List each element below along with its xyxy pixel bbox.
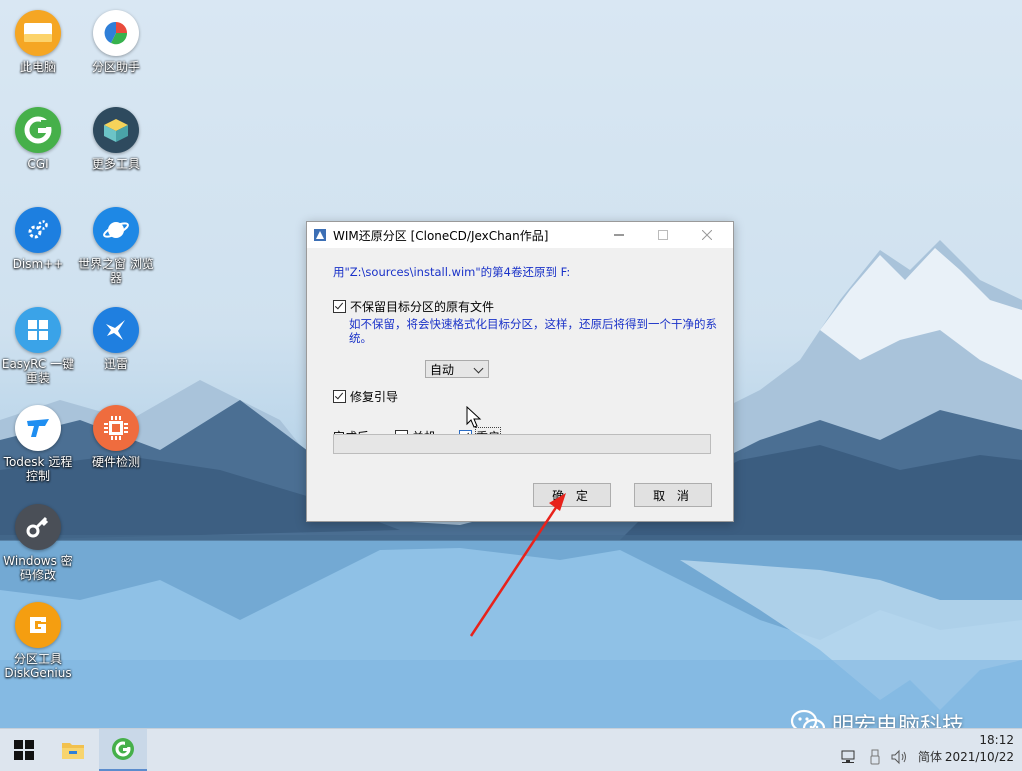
- windows-icon: [28, 320, 48, 340]
- desktop-icon-label: CGI: [27, 157, 49, 171]
- no-keep-files-option[interactable]: 不保留目标分区的原有文件: [333, 298, 494, 315]
- desktop-icon-dism[interactable]: Dism++: [0, 207, 78, 271]
- desktop-icon-thunder[interactable]: 迅雷: [76, 307, 156, 371]
- desktop-icon-this-pc[interactable]: 此电脑: [0, 10, 78, 74]
- folder-icon: [62, 743, 84, 759]
- repair-boot-label: 修复引导: [350, 390, 399, 404]
- progress-bar: [333, 434, 711, 454]
- mouse-cursor-icon: [466, 406, 482, 428]
- chevron-down-icon: [473, 363, 484, 374]
- desktop-icon-label: 此电脑: [19, 60, 56, 74]
- source-info: 用"Z:\sources\install.wim"的第4卷还原到 F:: [333, 265, 571, 279]
- thunder-icon: [106, 320, 125, 340]
- cancel-button[interactable]: 取 消: [634, 483, 712, 507]
- taskbar: 简体 18:12 2021/10/22: [0, 728, 1022, 771]
- windows-start-icon: [14, 740, 34, 760]
- chip-icon: [104, 416, 128, 440]
- desktop-icon-label: 硬件检测: [91, 455, 140, 469]
- computer-icon: [24, 23, 52, 42]
- desktop-icon-easyrc[interactable]: EasyRC 一键重装: [0, 307, 78, 385]
- minimize-button[interactable]: [597, 222, 641, 248]
- desktop-icon-label: Windows 密码修改: [3, 554, 73, 582]
- browser-icon: [103, 222, 129, 238]
- desktop-icon-label: 更多工具: [91, 157, 140, 171]
- partition-assistant-icon: [104, 21, 128, 45]
- ime-indicator[interactable]: 简体: [918, 748, 942, 765]
- system-tray: 简体: [840, 729, 942, 771]
- desktop-icon-todesk[interactable]: Todesk 远程控制: [0, 405, 78, 483]
- dialog-title: WIM还原分区 [CloneCD/JexChan作品]: [333, 228, 549, 243]
- desktop-icon-more-tools[interactable]: 更多工具: [76, 107, 156, 171]
- key-icon: [26, 516, 49, 538]
- desktop-icon-label: 世界之窗 浏览器: [78, 257, 154, 285]
- desktop-icon-label: 迅雷: [103, 357, 128, 371]
- desktop-icon-windows-password[interactable]: Windows 密码修改: [0, 504, 78, 582]
- clock-time: 18:12: [979, 733, 1014, 747]
- maximize-button[interactable]: [641, 222, 685, 248]
- desktop-icon-label: 分区助手: [91, 60, 140, 74]
- ok-button[interactable]: 确 定: [533, 483, 611, 507]
- start-button[interactable]: [0, 729, 48, 771]
- desktop-icon-label: 分区工具 DiskGenius: [4, 652, 72, 680]
- no-keep-files-checkbox[interactable]: [333, 300, 346, 313]
- toolbox-icon: [104, 119, 128, 142]
- watermark-text: 明宏电脑科技: [832, 714, 965, 728]
- app-icon: [314, 229, 326, 241]
- cgi-icon: [24, 116, 52, 144]
- usb-icon[interactable]: [868, 749, 882, 765]
- maximize-icon: [658, 230, 668, 240]
- repair-boot-mode-value: 自动: [430, 362, 455, 377]
- desktop-icon-label: Todesk 远程控制: [3, 455, 73, 483]
- todesk-icon: [27, 419, 49, 437]
- desktop-icon-label: EasyRC 一键重装: [1, 357, 75, 385]
- network-icon[interactable]: [840, 749, 858, 765]
- dialog-content: 用"Z:\sources\install.wim"的第4卷还原到 F: 不保留目…: [307, 248, 733, 521]
- close-button[interactable]: [685, 222, 729, 248]
- volume-icon[interactable]: [890, 749, 908, 765]
- wim-restore-dialog: WIM还原分区 [CloneCD/JexChan作品] 用"Z:\sources…: [306, 221, 734, 522]
- diskgenius-icon: [30, 617, 46, 633]
- wechat-icon: [790, 709, 826, 728]
- desktop-icon-diskgenius[interactable]: 分区工具 DiskGenius: [0, 602, 78, 680]
- taskbar-cgi[interactable]: [99, 729, 147, 771]
- taskbar-file-explorer[interactable]: [49, 729, 97, 771]
- desktop-icon-hardware-check[interactable]: 硬件检测: [76, 405, 156, 469]
- desktop-icon-cgi[interactable]: CGI: [0, 107, 78, 171]
- close-icon: [702, 230, 712, 240]
- desktop-icon-theworld-browser[interactable]: 世界之窗 浏览器: [76, 207, 156, 285]
- minimize-icon: [614, 234, 624, 236]
- no-keep-files-note: 如不保留，将会快速格式化目标分区，这样，还原后将得到一个干净的系统。: [349, 317, 717, 345]
- clock-date: 2021/10/22: [944, 750, 1014, 764]
- repair-boot-option[interactable]: 修复引导: [333, 388, 398, 405]
- desktop-icon-partition-assistant[interactable]: 分区助手: [76, 10, 156, 74]
- cgi-icon: [112, 738, 134, 760]
- repair-boot-checkbox[interactable]: [333, 390, 346, 403]
- repair-boot-mode-select[interactable]: 自动: [425, 360, 489, 378]
- dism-icon: [28, 220, 48, 239]
- desktop-icon-label: Dism++: [12, 257, 64, 271]
- watermark: 明宏电脑科技: [790, 708, 964, 728]
- no-keep-files-label: 不保留目标分区的原有文件: [350, 300, 495, 314]
- dialog-titlebar[interactable]: WIM还原分区 [CloneCD/JexChan作品]: [307, 222, 733, 248]
- taskbar-clock[interactable]: 18:12 2021/10/22: [945, 732, 1014, 766]
